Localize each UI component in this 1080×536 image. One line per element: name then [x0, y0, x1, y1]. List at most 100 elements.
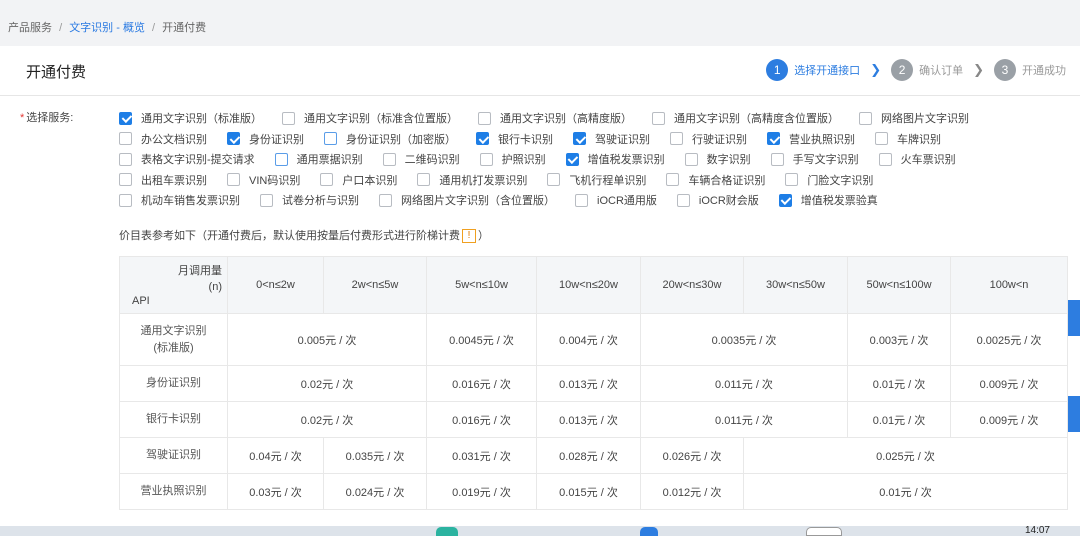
checkbox-checked[interactable] — [565, 152, 579, 166]
service-option[interactable]: 护照识别 — [479, 151, 546, 167]
service-option[interactable]: 网络图片文字识别（含位置版） — [379, 192, 555, 208]
checkbox-unchecked[interactable] — [119, 173, 132, 187]
service-option[interactable]: 火车票识别 — [878, 151, 956, 167]
service-option[interactable]: 行驶证识别 — [670, 131, 747, 147]
service-option[interactable]: 增值税发票验真 — [778, 192, 878, 208]
service-option[interactable]: 数字识别 — [684, 151, 751, 167]
app-icon[interactable] — [640, 527, 658, 536]
checkbox-unchecked[interactable] — [260, 193, 273, 207]
service-option-label: 飞机行程单识别 — [569, 174, 647, 187]
column-header: 20w<n≤30w — [640, 256, 744, 314]
service-option[interactable]: 车辆合格证识别 — [666, 172, 765, 188]
service-option[interactable]: 营业执照识别 — [767, 131, 855, 147]
checkbox-unchecked[interactable] — [652, 111, 665, 125]
price-cell: 0.03元 / 次 — [227, 473, 324, 510]
checkbox-unchecked[interactable] — [227, 173, 240, 187]
checkbox-unchecked[interactable] — [274, 152, 288, 166]
api-name-cell: 通用文字识别 (标准版) — [119, 313, 228, 366]
checkbox-unchecked[interactable] — [676, 193, 690, 207]
checkbox-unchecked[interactable] — [666, 173, 680, 187]
service-option[interactable]: 通用文字识别（高精度版） — [478, 110, 632, 126]
breadcrumb-separator: / — [152, 22, 156, 34]
service-option[interactable]: 表格文字识别-提交请求 — [119, 151, 255, 167]
service-option[interactable]: iOCR财会版 — [676, 192, 759, 208]
service-option[interactable]: 户口本识别 — [320, 172, 397, 188]
service-option[interactable]: 门脸文字识别 — [785, 172, 873, 188]
price-cell: 0.026元 / 次 — [640, 437, 744, 474]
side-contact-tab[interactable] — [1068, 396, 1080, 432]
service-option[interactable]: iOCR通用版 — [575, 192, 657, 208]
price-cell: 0.025元 / 次 — [743, 437, 1068, 474]
breadcrumb-item-products[interactable]: 产品服务 — [8, 22, 52, 34]
checkbox-unchecked[interactable] — [320, 173, 334, 187]
side-feedback-tab[interactable] — [1068, 300, 1080, 336]
service-option[interactable]: 银行卡识别 — [476, 131, 553, 147]
service-option[interactable]: 车牌识别 — [875, 131, 941, 147]
service-option[interactable]: 二维码识别 — [382, 151, 460, 167]
checkbox-unchecked[interactable] — [282, 111, 295, 125]
service-option[interactable]: 出租车票识别 — [119, 172, 207, 188]
step-label: 开通成功 — [1022, 65, 1066, 77]
checkbox-unchecked[interactable] — [785, 173, 799, 187]
service-option-label: 护照识别 — [501, 154, 546, 167]
service-option[interactable]: 通用文字识别（高精度含位置版） — [652, 110, 839, 126]
column-header: 2w<n≤5w — [323, 256, 427, 314]
service-option[interactable]: VIN码识别 — [227, 172, 300, 188]
price-cell: 0.016元 / 次 — [426, 365, 537, 402]
checkbox-unchecked[interactable] — [575, 193, 588, 207]
service-option[interactable]: 身份证识别（加密版） — [324, 131, 456, 147]
service-option-label: VIN码识别 — [249, 174, 301, 187]
service-option[interactable]: 试卷分析与识别 — [260, 192, 359, 208]
checkbox-checked[interactable] — [476, 132, 489, 146]
service-option[interactable]: 飞机行程单识别 — [547, 172, 646, 188]
checkbox-checked[interactable] — [227, 132, 240, 146]
service-option-label: 网络图片文字识别（含位置版） — [401, 195, 555, 208]
checkbox-unchecked[interactable] — [417, 173, 431, 187]
checkbox-unchecked[interactable] — [479, 152, 493, 166]
service-option-label: 驾驶证识别 — [595, 133, 650, 146]
service-option[interactable]: 通用票据识别 — [274, 151, 363, 167]
checkbox-unchecked[interactable] — [119, 193, 132, 207]
service-option[interactable]: 通用文字识别（标准版） — [119, 110, 262, 126]
checkbox-unchecked[interactable] — [382, 152, 396, 166]
step-number: 1 — [766, 59, 789, 81]
checkbox-unchecked[interactable] — [770, 152, 784, 166]
service-option[interactable]: 身份证识别 — [227, 131, 304, 147]
service-option-label: 二维码识别 — [404, 154, 460, 167]
checkbox-unchecked[interactable] — [875, 132, 888, 146]
service-option-row: 表格文字识别-提交请求 通用票据识别 二维码识别 护照识别 增值税发票识别 数字识别 手写文… — [119, 149, 1059, 170]
checkbox-unchecked[interactable] — [878, 152, 892, 166]
checkbox-unchecked[interactable] — [379, 193, 392, 207]
checkbox-unchecked[interactable] — [324, 132, 337, 146]
checkbox-unchecked[interactable] — [119, 152, 132, 166]
input-method-icon[interactable] — [806, 527, 842, 536]
corner-usage-label: 月调用量 — [178, 265, 222, 277]
checkbox-checked[interactable] — [573, 132, 586, 146]
service-option[interactable]: 驾驶证识别 — [573, 131, 650, 147]
checkbox-unchecked[interactable] — [478, 111, 491, 125]
checkbox-checked[interactable] — [778, 193, 792, 207]
checkbox-unchecked[interactable] — [684, 152, 698, 166]
title-bar: 开通付费 1 选择开通接口 ❯ 2 确认订单 ❯ 3 开通成功 — [0, 46, 1080, 96]
breadcrumb-item-ocr-overview[interactable]: 文字识别 - 概览 — [69, 22, 145, 34]
checkbox-unchecked[interactable] — [547, 173, 561, 187]
checkbox-unchecked[interactable] — [119, 132, 132, 146]
service-option[interactable]: 通用机打发票识别 — [417, 172, 527, 188]
checkbox-unchecked[interactable] — [859, 111, 872, 125]
service-option[interactable]: 增值税发票识别 — [565, 151, 665, 167]
service-option-row: 办公文档识别 身份证识别 身份证识别（加密版） 银行卡识别 驾驶证识别 行驶证识别 营业执照… — [119, 129, 1059, 150]
column-header: 0<n≤2w — [227, 256, 324, 314]
price-cell: 0.01元 / 次 — [847, 401, 951, 438]
checkbox-unchecked[interactable] — [670, 132, 683, 146]
service-option[interactable]: 手写文字识别 — [770, 151, 859, 167]
checkbox-checked[interactable] — [767, 132, 780, 146]
service-option[interactable]: 办公文档识别 — [119, 131, 207, 147]
warning-icon[interactable]: ! — [462, 229, 476, 244]
service-option[interactable]: 网络图片文字识别 — [859, 110, 969, 126]
service-option[interactable]: 机动车销售发票识别 — [119, 192, 240, 208]
checkbox-checked[interactable] — [119, 111, 132, 125]
price-cell: 0.019元 / 次 — [426, 473, 537, 510]
app-icon[interactable] — [436, 527, 458, 536]
chevron-right-icon: ❯ — [973, 62, 984, 77]
service-option[interactable]: 通用文字识别（标准含位置版） — [282, 110, 458, 126]
